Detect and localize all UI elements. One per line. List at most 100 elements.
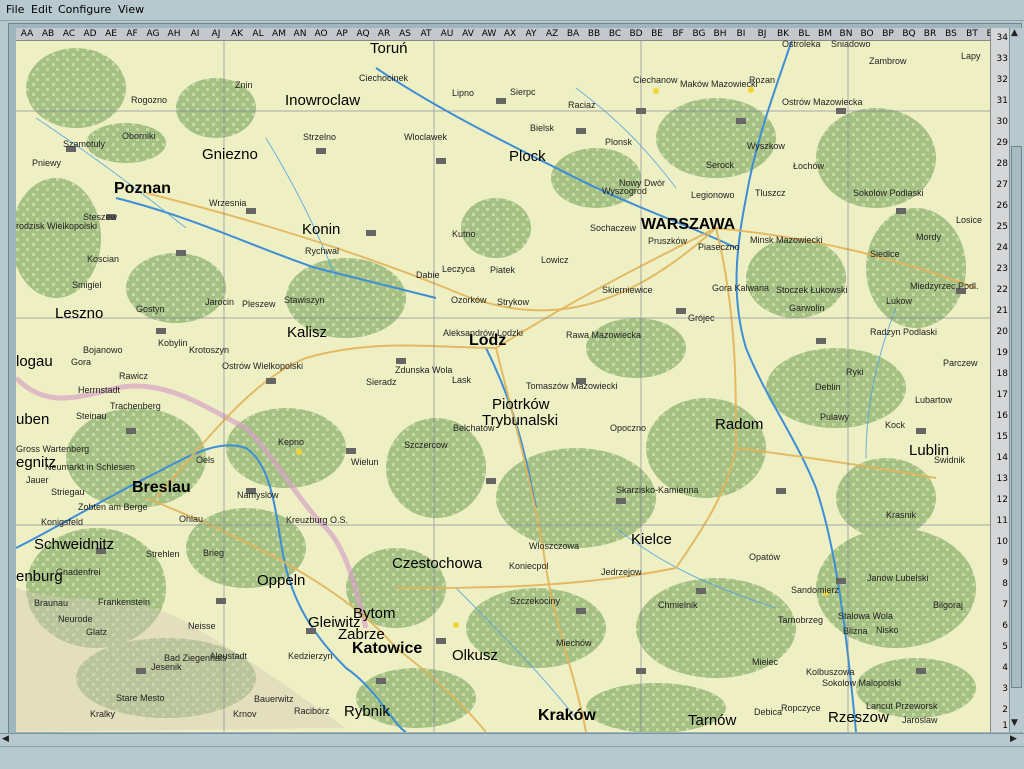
city-label: Olkusz [452, 647, 498, 664]
town-label: Stare Mesto [116, 693, 165, 703]
town-label: Rawa Mazowiecka [566, 330, 642, 340]
grid-row-label: 11 [996, 516, 1008, 526]
town-label: Deblin [815, 382, 841, 392]
town-label: Brieg [203, 548, 225, 558]
grid-row-label: 19 [996, 348, 1008, 358]
menu-configure[interactable]: Configure [58, 3, 111, 16]
city-label: Breslau [132, 479, 191, 496]
grid-row-label: 23 [996, 264, 1008, 274]
town-label: Chmielnik [658, 600, 698, 610]
town-label: Braunau [34, 598, 69, 608]
town-label: Jedrzejow [601, 567, 642, 577]
grid-col-label: AK [230, 29, 244, 39]
grid-col-label: BD [629, 29, 643, 39]
town-label: Gora Kalwaria [712, 283, 770, 293]
scroll-up-icon[interactable]: ▲ [1011, 28, 1018, 38]
grid-col-label: BB [587, 29, 601, 39]
grid-row-label: 7 [1002, 600, 1008, 610]
town-label: Glatz [86, 627, 108, 637]
city-label: Piotrków [492, 396, 550, 413]
town-label: Kreuzburg O.S. [286, 515, 349, 525]
city-label: Gniezno [202, 146, 258, 163]
city-label: Czestochowa [392, 555, 483, 572]
town-label: Mielec [752, 657, 779, 667]
grid-col-label: AI [190, 29, 200, 39]
town-label: Krasnik [886, 510, 917, 520]
town-label: Konigsfeld [41, 517, 84, 527]
map-view[interactable]: AA AB AC AD AE AF AG AH AI AJ AK AL AM A… [16, 28, 1009, 732]
town-label: Tluszcz [755, 188, 786, 198]
town-label: Rawicz [119, 371, 149, 381]
town-label: Namyslów [237, 490, 279, 500]
town-label: Ozorków [451, 295, 487, 305]
status-bar [0, 746, 1024, 769]
town-label: Piatek [490, 265, 516, 275]
town-label: Gnadenfrei [56, 567, 101, 577]
grid-col-label: AP [336, 29, 348, 39]
grid-col-label: BE [651, 29, 663, 39]
grid-col-label: BJ [757, 29, 767, 39]
menu-file[interactable]: File [6, 3, 24, 16]
town-label: Sniadowo [831, 39, 871, 49]
town-label: Rozan [749, 75, 776, 85]
town-label: Dabie [416, 270, 440, 280]
town-label: Jarocin [205, 297, 235, 307]
town-label: Jesenik [151, 662, 182, 672]
city-label: Konin [302, 221, 341, 238]
menu-view[interactable]: View [118, 3, 144, 16]
town-label: Oborniki [122, 131, 156, 141]
grid-row-label: 4 [1002, 663, 1008, 673]
town-label: Pleszew [242, 299, 276, 309]
grid-row-label: 34 [996, 33, 1008, 43]
town-label: Neurode [58, 614, 93, 624]
town-label: Kolbuszowa [806, 667, 855, 677]
town-label: Zambrow [869, 56, 907, 66]
grid-col-label: AA [20, 29, 34, 39]
scroll-down-icon[interactable]: ▼ [1011, 718, 1018, 728]
town-label: Rogozno [131, 95, 168, 105]
town-label: Ohlau [179, 514, 204, 524]
town-label: Parczew [943, 358, 978, 368]
grid-row-label: 27 [996, 180, 1008, 190]
grid-row-label: 33 [996, 54, 1008, 64]
vertical-scroll-thumb[interactable] [1011, 146, 1022, 688]
town-label: Lipno [452, 88, 475, 98]
city-label: Leszno [55, 305, 104, 322]
scroll-right-icon[interactable]: ▶ [1010, 734, 1017, 744]
grid-row-label: 12 [996, 495, 1008, 505]
town-label: Wloszczowa [529, 541, 580, 551]
town-label: Lapy [961, 51, 981, 61]
menu-edit[interactable]: Edit [31, 3, 52, 16]
town-label: Legionowo [691, 190, 735, 200]
grid-row-label: 8 [1002, 579, 1008, 589]
town-label: Skierniewice [602, 285, 653, 295]
town-label: Lancut Przeworsk [866, 701, 938, 711]
grid-col-label: BA [566, 29, 580, 39]
grid-row-label: 21 [996, 306, 1008, 316]
grid-col-label: AM [272, 29, 286, 39]
grid-col-label: BS [945, 29, 957, 39]
town-label: Debica [754, 707, 783, 717]
town-label: Raciaz [568, 100, 596, 110]
grid-col-label: AZ [545, 29, 559, 39]
grid-row-label: 5 [1002, 642, 1008, 652]
town-label: Ropczyce [781, 703, 821, 713]
town-label: Zobten am Berge [78, 502, 148, 512]
vertical-scrollbar[interactable]: ▲ ▼ [1009, 28, 1022, 732]
town-label: Bojanowo [83, 345, 123, 355]
town-label: Koniecpol [509, 561, 549, 571]
grid-col-label: BQ [902, 29, 916, 39]
town-label: Strzelno [303, 132, 337, 142]
horizontal-scrollbar[interactable]: ◀ ▶ [0, 733, 1024, 746]
grid-col-label: AY [525, 29, 537, 39]
town-label: Sierpc [510, 87, 536, 97]
town-label: Szczercow [404, 440, 448, 450]
grid-col-label: AW [481, 29, 497, 39]
town-label: Wyszkow [747, 141, 785, 151]
scroll-left-icon[interactable]: ◀ [2, 734, 9, 744]
grid-col-label: BI [736, 29, 746, 39]
town-label: Ostrów Wielkopolski [222, 361, 304, 371]
town-label: Garwolin [789, 303, 825, 313]
town-label: Jauer [26, 475, 49, 485]
town-label: Trachenberg [110, 401, 161, 411]
